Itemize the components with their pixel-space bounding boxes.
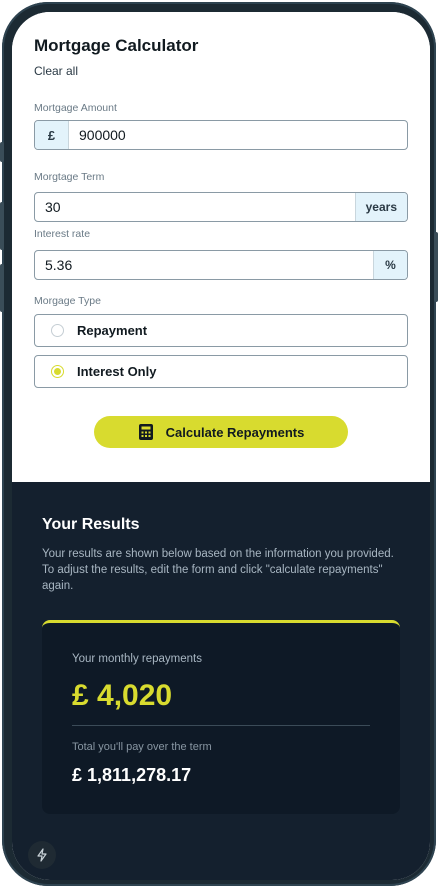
volume-down-button: [0, 264, 4, 312]
radio-label-interest-only: Interest Only: [77, 364, 157, 379]
clear-all-link[interactable]: Clear all: [34, 64, 78, 78]
radio-repayment[interactable]: Repayment: [34, 314, 408, 347]
page-title: Mortgage Calculator: [34, 36, 199, 55]
radio-button-selected[interactable]: [51, 365, 64, 378]
monthly-label: Your monthly repayments: [72, 653, 202, 665]
radio-button-empty[interactable]: [51, 324, 64, 337]
volume-up-button: [0, 202, 4, 250]
calculator-form: Mortgage Calculator Clear all Mortgage A…: [12, 12, 430, 482]
total-label: Total you'll pay over the term: [72, 741, 212, 753]
lightning-icon: [37, 848, 47, 862]
phone-frame: Mortgage Calculator Clear all Mortgage A…: [0, 2, 438, 886]
results-panel: Your Results Your results are shown belo…: [12, 482, 430, 880]
results-title: Your Results: [42, 516, 140, 533]
amount-label: Mortgage Amount: [34, 102, 117, 114]
calculate-repayments-button[interactable]: Calculate Repayments: [94, 416, 348, 448]
results-description: Your results are shown below based on th…: [42, 548, 394, 592]
calculate-button-label: Calculate Repayments: [165, 424, 305, 440]
screen: Mortgage Calculator Clear all Mortgage A…: [12, 12, 430, 880]
mortgage-term-field[interactable]: 30 years: [34, 192, 408, 222]
mortgage-term-input[interactable]: 30: [35, 199, 355, 215]
rate-label: Interest rate: [34, 228, 91, 240]
term-suffix: years: [354, 193, 407, 221]
card-divider: [72, 725, 370, 726]
total-repayment-value: £ 1,811,278.17: [72, 765, 192, 785]
type-label: Morgage Type: [34, 295, 101, 307]
radio-label-repayment: Repayment: [77, 323, 148, 338]
mortgage-amount-input[interactable]: 900000: [69, 127, 407, 143]
percent-suffix: %: [373, 251, 407, 279]
mortgage-amount-field[interactable]: £ 900000: [34, 120, 408, 150]
power-button: [434, 232, 438, 302]
side-button: [0, 142, 4, 162]
interest-rate-input[interactable]: 5.36: [35, 257, 373, 273]
interest-rate-field[interactable]: 5.36 %: [34, 250, 408, 280]
term-label: Morgtage Term: [34, 171, 105, 183]
monthly-repayment-value: £ 4,020: [72, 679, 173, 712]
results-card: Your monthly repayments £ 4,020 Total yo…: [42, 620, 400, 814]
currency-prefix: £: [35, 121, 69, 149]
bolt-icon[interactable]: [28, 841, 56, 869]
radio-interest-only[interactable]: Interest Only: [34, 355, 408, 388]
calculator-icon: [138, 424, 153, 440]
